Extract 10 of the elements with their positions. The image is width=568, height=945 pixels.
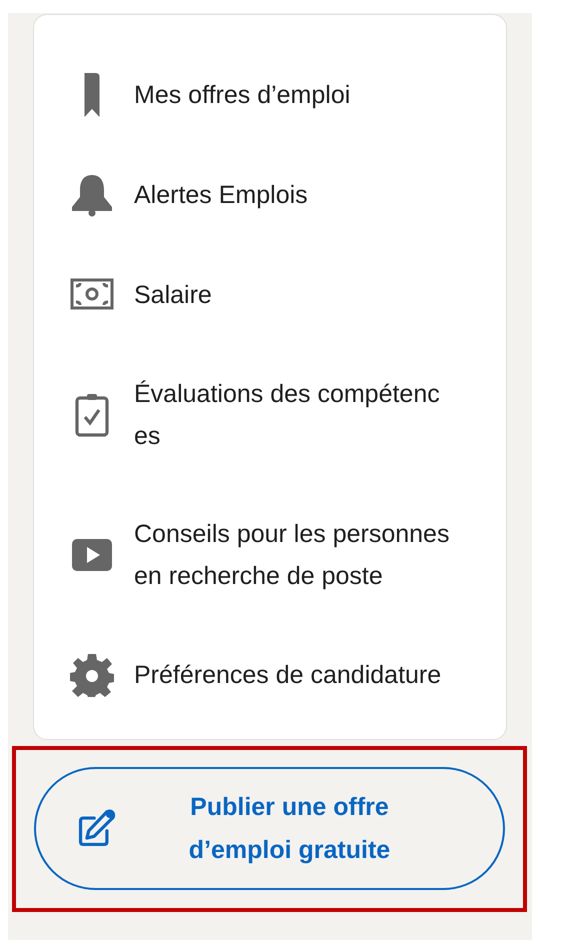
menu-item[interactable]: Conseils pour les personnes en recherche de poste	[134, 513, 450, 597]
edit-icon	[76, 808, 116, 848]
menu-item[interactable]: Préférences de candidature	[134, 654, 442, 696]
menu-item[interactable]: Salaire	[134, 274, 212, 316]
menu-item[interactable]: Alertes Emplois	[134, 174, 308, 216]
menu-item[interactable]: Mes offres d’emploi	[134, 74, 350, 116]
post-job-button[interactable]: Publier une offre d’emploi gratuite	[34, 767, 505, 890]
gear-icon	[70, 653, 114, 697]
menu-item[interactable]: Évaluations des compétenc es	[134, 373, 440, 457]
bell-icon	[70, 173, 114, 217]
